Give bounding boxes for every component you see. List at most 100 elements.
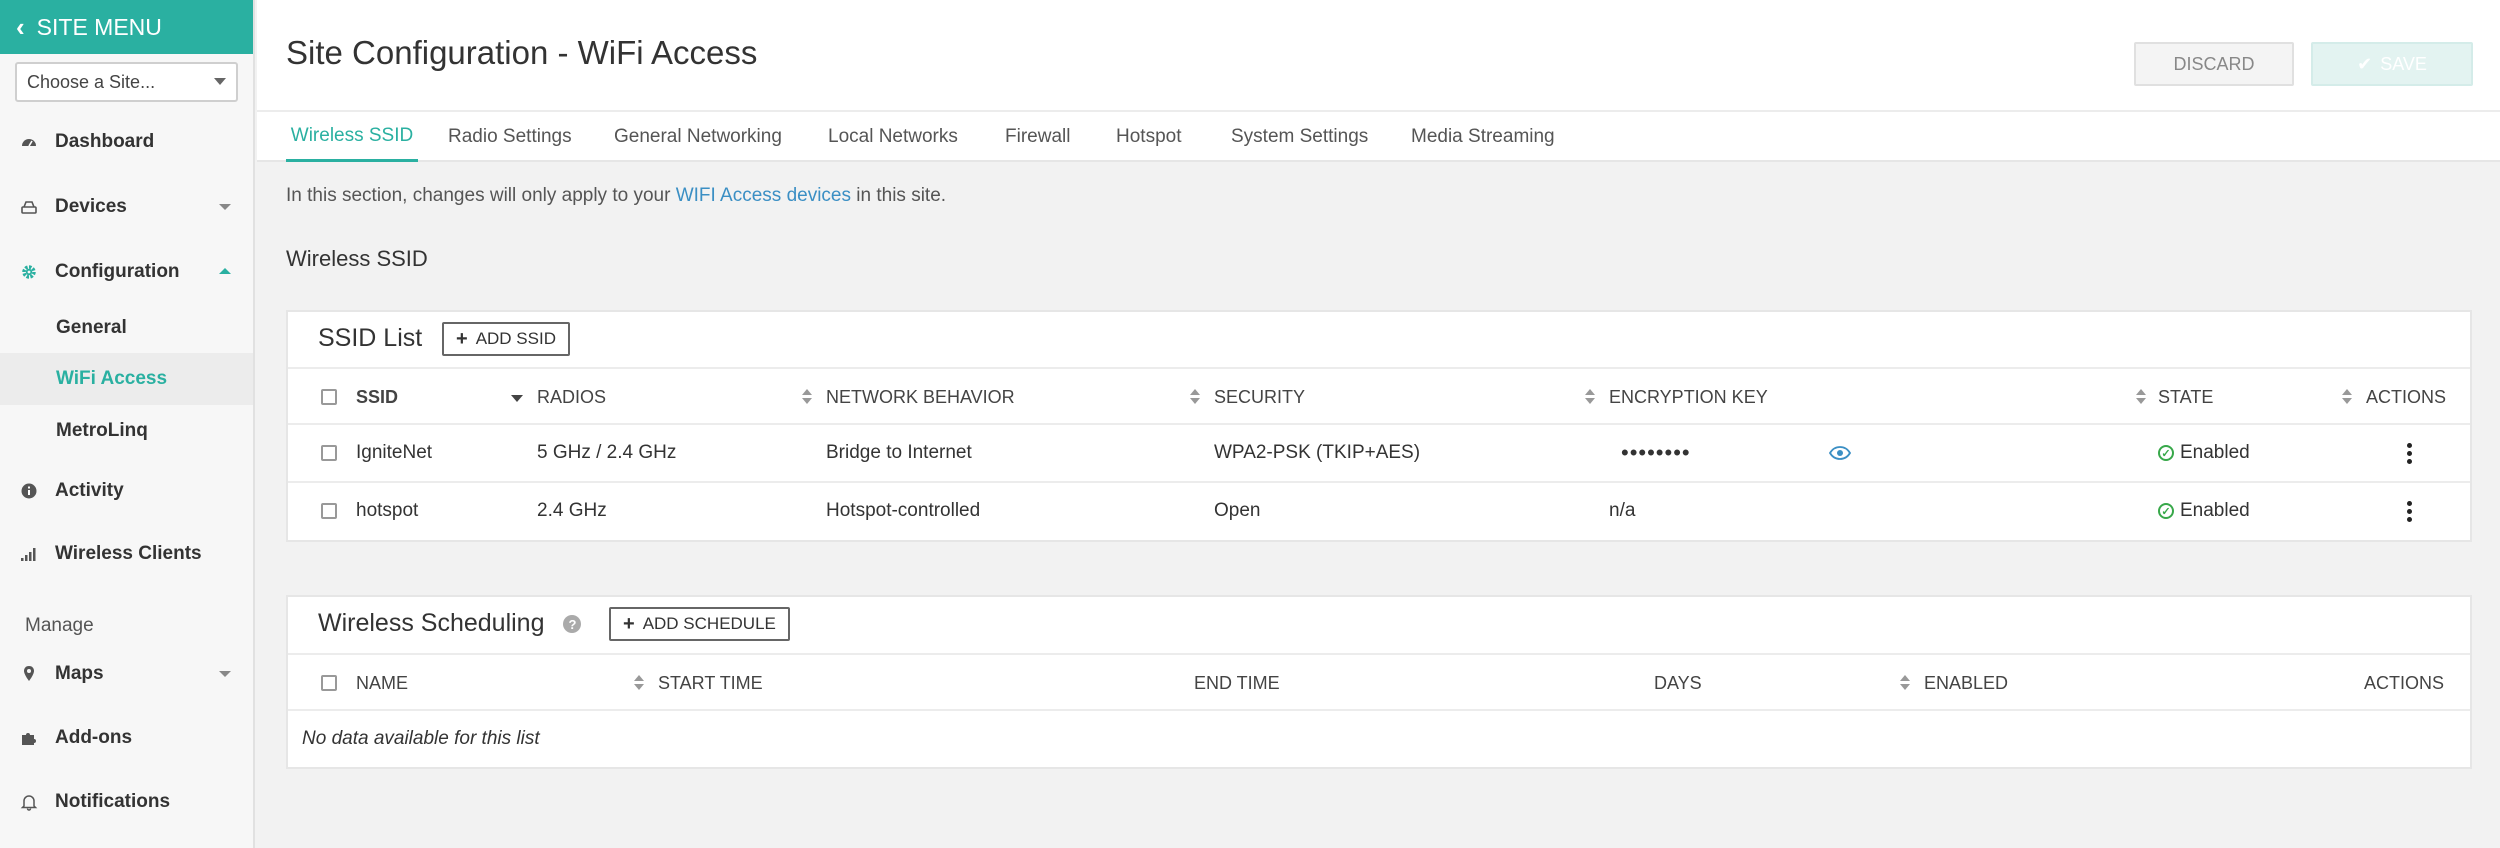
add-schedule-button[interactable]: + ADD SCHEDULE (609, 607, 790, 641)
dashboard-icon (20, 133, 38, 151)
tab-radio-settings[interactable]: Radio Settings (448, 112, 572, 162)
sidebar-item-label: Devices (55, 196, 127, 217)
sort-icon[interactable] (1585, 389, 1595, 405)
table-row[interactable]: hotspot 2.4 GHz Hotspot-controlled Open … (288, 483, 2470, 541)
plus-icon: + (623, 612, 635, 635)
sort-icon[interactable] (802, 389, 812, 405)
col-actions: ACTIONS (2366, 386, 2447, 407)
col-network-behavior[interactable]: NETWORK BEHAVIOR (826, 369, 1015, 425)
chevron-left-icon[interactable]: ‹ (16, 14, 25, 40)
ssid-table-header: SSID RADIOS NETWORK BEHAVIOR SECURITY EN… (288, 367, 2470, 425)
eye-icon[interactable] (1829, 425, 1851, 481)
sort-icon[interactable] (1900, 675, 1910, 691)
sidebar-subitem-label: MetroLinq (56, 420, 148, 441)
col-ssid[interactable]: SSID (356, 369, 398, 425)
sidebar-subitem-general[interactable]: General (0, 302, 253, 354)
radios-cell: 5 GHz / 2.4 GHz (537, 442, 677, 463)
state-text: Enabled (2180, 500, 2250, 521)
sidebar-item-notifications[interactable]: Notifications (0, 776, 253, 828)
add-ssid-label: ADD SSID (475, 329, 556, 348)
sidebar-subitem-metrolinq[interactable]: MetroLinq (0, 405, 253, 457)
row-actions-menu[interactable] (2407, 425, 2412, 481)
sidebar-item-label: Notifications (55, 791, 171, 812)
sidebar-item-label: Configuration (55, 261, 180, 282)
kebab-menu-icon[interactable] (2407, 500, 2412, 522)
tab-local-networks[interactable]: Local Networks (828, 112, 958, 162)
sort-icon[interactable] (1190, 389, 1200, 405)
tab-media-streaming[interactable]: Media Streaming (1411, 112, 1555, 162)
ssid-cell: IgniteNet (356, 442, 433, 463)
col-end-time[interactable]: END TIME (1194, 655, 1280, 711)
sidebar-item-label: Add-ons (55, 727, 133, 748)
col-enabled[interactable]: ENABLED (1924, 655, 2008, 711)
tab-hotspot[interactable]: Hotspot (1116, 112, 1181, 162)
sort-icon[interactable] (2342, 389, 2352, 405)
sidebar-item-devices[interactable]: Devices (0, 181, 253, 233)
wireless-scheduling-card: Wireless Scheduling ? + ADD SCHEDULE NAM… (286, 595, 2472, 769)
col-days[interactable]: DAYS (1654, 655, 1702, 711)
empty-row: No data available for this list (288, 711, 2470, 769)
site-menu-header[interactable]: ‹ SITE MENU (0, 0, 253, 54)
select-all-checkbox[interactable] (321, 389, 337, 405)
select-all-checkbox[interactable] (321, 675, 337, 691)
col-encryption-key[interactable]: ENCRYPTION KEY (1609, 369, 1768, 425)
discard-button[interactable]: DISCARD (2134, 42, 2294, 86)
sidebar-item-wireless-clients[interactable]: Wireless Clients (0, 528, 253, 580)
bell-icon (20, 793, 38, 811)
check-circle-icon: ✓ (2158, 503, 2174, 519)
save-button-label: SAVE (2380, 53, 2427, 74)
help-icon[interactable]: ? (563, 615, 582, 634)
save-button[interactable]: ✔ SAVE (2311, 42, 2473, 86)
col-security[interactable]: SECURITY (1214, 369, 1305, 425)
col-state[interactable]: STATE (2158, 369, 2213, 425)
tab-wireless-ssid[interactable]: Wireless SSID (286, 112, 418, 162)
network-behavior-cell: Hotspot-controlled (826, 500, 981, 521)
radios-cell: 2.4 GHz (537, 500, 607, 521)
ssid-list-title: SSID List (318, 324, 423, 352)
site-menu-title: SITE MENU (36, 13, 162, 40)
sidebar-item-label: Dashboard (55, 131, 155, 152)
check-icon: ✔ (2357, 53, 2373, 74)
row-actions-menu[interactable] (2407, 483, 2412, 539)
sort-icon[interactable] (2136, 389, 2146, 405)
col-name[interactable]: NAME (356, 655, 408, 711)
row-checkbox[interactable] (321, 445, 337, 461)
wifi-access-devices-link[interactable]: WIFI Access devices (676, 185, 851, 206)
col-radios[interactable]: RADIOS (537, 369, 606, 425)
sort-desc-icon[interactable] (511, 395, 523, 402)
row-checkbox[interactable] (321, 503, 337, 519)
chevron-up-icon (219, 268, 231, 274)
sidebar-item-label: Activity (55, 480, 124, 501)
tab-general-networking[interactable]: General Networking (614, 112, 782, 162)
sidebar-item-addons[interactable]: Add-ons (0, 712, 253, 764)
tab-bar: Wireless SSID Radio Settings General Net… (257, 110, 2500, 162)
table-row[interactable]: IgniteNet 5 GHz / 2.4 GHz Bridge to Inte… (288, 425, 2470, 483)
tab-system-settings[interactable]: System Settings (1231, 112, 1368, 162)
col-actions: ACTIONS (2364, 672, 2445, 693)
manage-section-label: Manage (25, 615, 94, 636)
state-text: Enabled (2180, 442, 2250, 463)
sort-icon[interactable] (634, 675, 644, 691)
add-ssid-button[interactable]: + ADD SSID (442, 322, 570, 356)
chevron-down-icon (219, 671, 231, 677)
page-title: Site Configuration - WiFi Access (286, 34, 758, 71)
sidebar-subitem-wifi-access[interactable]: WiFi Access (0, 353, 253, 405)
chevron-down-icon (219, 204, 231, 210)
caret-down-icon (214, 78, 226, 85)
sidebar-item-activity[interactable]: Activity (0, 465, 253, 517)
map-pin-icon (20, 665, 38, 683)
sidebar-item-configuration[interactable]: Configuration (0, 246, 253, 298)
sidebar: ‹ SITE MENU Choose a Site... Dashboard D… (0, 0, 255, 848)
site-select[interactable]: Choose a Site... (15, 62, 238, 102)
check-circle-icon: ✓ (2158, 445, 2174, 461)
sidebar-item-dashboard[interactable]: Dashboard (0, 116, 253, 168)
page-header: Site Configuration - WiFi Access DISCARD… (257, 0, 2500, 162)
tab-firewall[interactable]: Firewall (1005, 112, 1070, 162)
col-start-time[interactable]: START TIME (658, 655, 763, 711)
sidebar-item-label: Maps (55, 663, 104, 684)
schedule-table-header: NAME START TIME END TIME DAYS ENABLED AC… (288, 653, 2470, 711)
kebab-menu-icon[interactable] (2407, 442, 2412, 464)
encryption-key-cell: •••••••• (1621, 440, 1691, 465)
sidebar-item-maps[interactable]: Maps (0, 648, 253, 700)
section-notice: In this section, changes will only apply… (286, 185, 946, 207)
